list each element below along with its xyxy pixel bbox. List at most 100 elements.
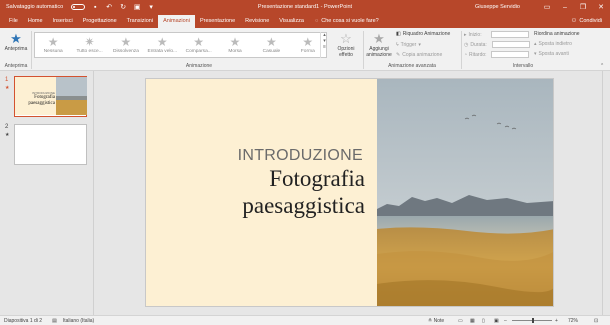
star-icon: ★	[156, 35, 168, 49]
move-earlier-button[interactable]: ▴ Sposta indietro	[534, 41, 572, 47]
brush-icon: ✎	[396, 52, 401, 58]
tab-slideshow[interactable]: Presentazione	[195, 14, 240, 28]
tab-insert[interactable]: Inserisci	[48, 14, 78, 28]
slide-thumbnail-pane: 1 ★ INTRODUZIONE Fotografia paesaggistic…	[0, 71, 94, 315]
language-indicator[interactable]: Italiano (Italia)	[63, 318, 94, 324]
slideshow-icon[interactable]: ▣	[494, 318, 499, 324]
gallery-item-fly-out[interactable]: ✷ Tutto esce...	[71, 33, 107, 57]
preview-button[interactable]: ★ Anteprima	[3, 31, 29, 52]
gallery-item-split[interactable]: ★ Morsa	[217, 33, 253, 57]
gallery-item-none[interactable]: ★ Nessuna	[35, 33, 71, 57]
tab-design[interactable]: Progettazione	[78, 14, 122, 28]
duration-input[interactable]	[492, 41, 531, 48]
delay-icon: ◔	[464, 51, 468, 58]
share-button[interactable]: ⚇ Condividi	[571, 14, 602, 28]
animation-gallery: ★ Nessuna ✷ Tutto esce... ★ Dissolvenza ★ En…	[34, 32, 327, 58]
slide-indicator: Diapositiva 1 di 2	[4, 317, 43, 324]
tab-file[interactable]: File	[4, 14, 23, 28]
customize-qat-icon[interactable]: ▾	[147, 3, 155, 11]
trigger-button[interactable]: ϟ Trigger ▾	[396, 42, 421, 48]
zoom-slider-thumb[interactable]	[532, 318, 534, 323]
vertical-scrollbar[interactable]	[602, 71, 610, 315]
close-icon[interactable]: ✕	[592, 0, 610, 14]
tab-review[interactable]: Revisione	[240, 14, 274, 28]
add-animation-button[interactable]: ★ Aggiungi animazione	[364, 31, 394, 58]
star-icon: ★	[302, 35, 314, 49]
autosave-toggle[interactable]	[71, 4, 86, 10]
minimize-icon[interactable]: –	[556, 0, 574, 14]
tab-transitions[interactable]: Transizioni	[122, 14, 158, 28]
delay-row: ◔ Ritardo:	[464, 51, 530, 58]
slide-number: 2	[5, 124, 9, 130]
quick-access-toolbar: Salvataggio automatico ▪ ↶ ↻ ▣ ▾	[0, 3, 155, 12]
ribbon-tabs: File Home Inserisci Progettazione Transi…	[0, 14, 610, 28]
group-label-animation: Animazione	[185, 63, 213, 69]
restore-icon[interactable]: ❐	[574, 0, 592, 14]
redo-icon[interactable]: ↻	[119, 3, 127, 11]
chevron-down-icon: ▾	[418, 42, 421, 48]
spellcheck-icon[interactable]: ▤	[52, 318, 57, 324]
tab-home[interactable]: Home	[23, 14, 48, 28]
triangle-down-icon: ▾	[534, 51, 537, 57]
slide-thumbnail-2[interactable]	[14, 124, 87, 165]
group-label-timing: Intervallo	[512, 63, 534, 69]
gallery-scroll: ▴ ▾ ≡	[320, 32, 328, 58]
animation-pane-icon: ◧	[396, 31, 401, 37]
tab-animations[interactable]: Animazioni	[158, 15, 195, 28]
animation-painter-button[interactable]: ✎ Copia animazione	[396, 52, 442, 58]
move-later-button[interactable]: ▾ Sposta avanti	[534, 51, 569, 57]
zoom-level[interactable]: 72%	[568, 318, 578, 324]
star-burst-icon: ✷	[84, 35, 95, 49]
delay-input[interactable]	[491, 51, 530, 58]
slide-thumbnail-1[interactable]: INTRODUZIONE Fotografia paesaggistica	[14, 76, 87, 117]
fit-slide-icon[interactable]: ⊡	[594, 318, 598, 324]
start-from-beginning-icon[interactable]: ▣	[133, 3, 141, 11]
group-label-advanced: Animazione avanzata	[388, 63, 436, 69]
tell-me-box[interactable]: ◌ Che cosa si vuole fare?	[315, 14, 379, 28]
zoom-in-icon[interactable]: +	[555, 318, 558, 324]
animation-pane-button[interactable]: ◧ Riquadro Animazione	[396, 31, 450, 37]
divider	[461, 31, 462, 69]
gallery-item-fade[interactable]: ★ Dissolvenza	[108, 33, 144, 57]
more-icon[interactable]: ≡	[323, 44, 326, 50]
star-icon: ★	[266, 35, 277, 49]
slide-sorter-icon[interactable]: ▦	[470, 318, 475, 324]
effect-options-icon: ☆	[340, 31, 352, 46]
ribbon-display-icon[interactable]: ▭	[538, 0, 556, 14]
save-icon[interactable]: ▪	[91, 4, 99, 11]
person-icon: ⚇	[571, 18, 577, 24]
duration-row: ◷ Durata:	[464, 41, 531, 48]
tab-view[interactable]: Visualizza	[274, 14, 309, 28]
user-name[interactable]: Giuseppe Servidio	[475, 4, 520, 10]
start-row: ▸ Inizio:	[464, 31, 529, 38]
status-bar: Diapositiva 1 di 2 ▤ Italiano (Italia) ≙…	[0, 315, 610, 325]
slide-subtitle[interactable]: INTRODUZIONE	[238, 147, 363, 165]
thumb-photo	[56, 77, 87, 115]
notes-button[interactable]: ≙ Note	[428, 318, 444, 324]
effect-options-label: Opzioni effetto	[337, 46, 355, 58]
gallery-item-random[interactable]: ★ Casuale	[253, 33, 289, 57]
triangle-up-icon: ▴	[534, 41, 537, 47]
star-icon: ★	[229, 35, 241, 49]
zoom-out-icon[interactable]: –	[504, 318, 507, 324]
undo-icon[interactable]: ↶	[105, 3, 113, 11]
landscape-photo[interactable]	[377, 79, 554, 307]
animation-marker-icon: ★	[5, 132, 10, 138]
slide-number: 1	[5, 77, 9, 83]
gallery-item-appear[interactable]: ★ Comparsa...	[181, 33, 217, 57]
normal-view-icon[interactable]: ▭	[458, 318, 463, 324]
lightbulb-icon: ◌	[314, 18, 319, 24]
title-bar: Salvataggio automatico ▪ ↶ ↻ ▣ ▾ Present…	[0, 0, 610, 14]
slide-title[interactable]: Fotografia paesaggistica	[165, 165, 365, 219]
lightning-icon: ϟ	[396, 42, 399, 48]
tell-me-text: Che cosa si vuole fare?	[321, 18, 379, 24]
thumb-title: Fotografia paesaggistica	[28, 95, 55, 106]
effect-options-button[interactable]: ☆ Opzioni effetto	[332, 31, 360, 58]
gallery-item-fly-in[interactable]: ★ Entrata velo...	[144, 33, 180, 57]
reading-view-icon[interactable]: ▯	[482, 318, 485, 324]
star-icon: ★	[193, 35, 205, 49]
start-select[interactable]	[490, 31, 529, 38]
collapse-ribbon-icon[interactable]: ⌃	[600, 63, 604, 69]
group-label-preview: Anteprima	[4, 63, 28, 69]
current-slide[interactable]: INTRODUZIONE Fotografia paesaggistica	[145, 78, 554, 307]
